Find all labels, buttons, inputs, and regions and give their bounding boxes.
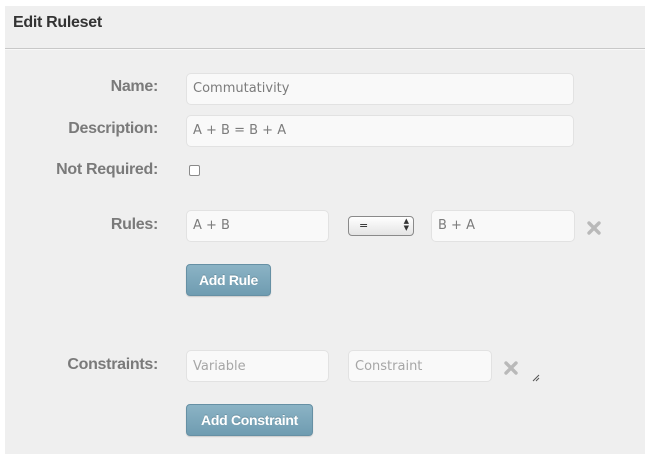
rule-operator-select[interactable]: = ▲ ▼ bbox=[348, 216, 414, 236]
not-required-checkbox[interactable] bbox=[189, 165, 200, 176]
rule-operator-value: = bbox=[359, 219, 369, 232]
not-required-label: Not Required: bbox=[56, 161, 158, 178]
constraint-variable-input[interactable] bbox=[186, 350, 329, 382]
remove-rule-icon[interactable] bbox=[586, 220, 602, 236]
title-divider-highlight bbox=[5, 49, 645, 50]
add-rule-button[interactable]: Add Rule bbox=[186, 264, 271, 296]
name-input[interactable]: Commutativity bbox=[186, 73, 574, 105]
rules-label: Rules: bbox=[110, 216, 158, 233]
add-constraint-button[interactable]: Add Constraint bbox=[186, 404, 313, 436]
panel-title: Edit Ruleset bbox=[13, 14, 102, 31]
description-label: Description: bbox=[68, 120, 158, 137]
rule-right-input[interactable]: B + A bbox=[431, 210, 575, 242]
name-label: Name: bbox=[110, 78, 159, 95]
remove-constraint-icon[interactable] bbox=[503, 360, 519, 376]
rule-left-input[interactable]: A + B bbox=[186, 210, 329, 242]
description-input[interactable]: A + B = B + A bbox=[186, 115, 574, 147]
select-arrows-icon: ▲ ▼ bbox=[403, 217, 409, 232]
constraint-value-input[interactable] bbox=[348, 350, 492, 382]
constraints-label: Constraints: bbox=[67, 356, 158, 373]
resize-grip-icon[interactable] bbox=[532, 374, 540, 382]
